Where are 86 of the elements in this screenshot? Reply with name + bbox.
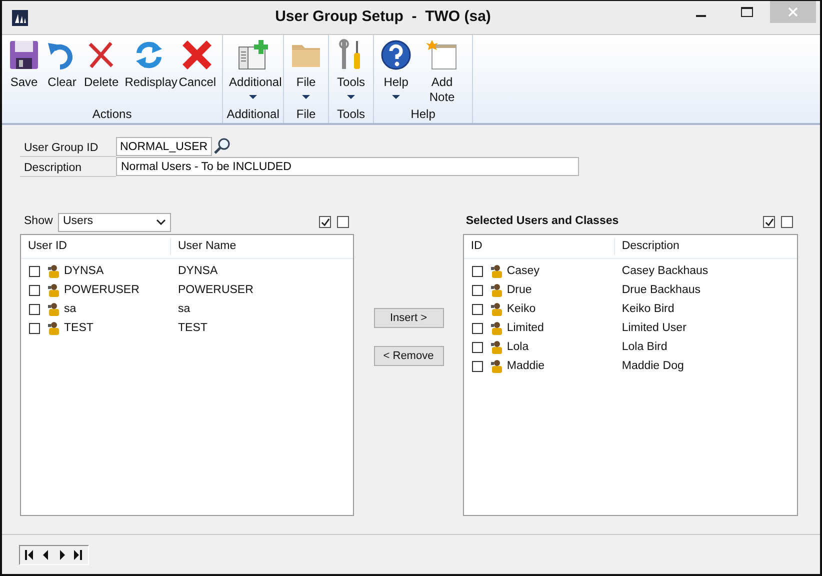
note-icon — [426, 39, 458, 71]
table-cell-text: Drue Backhaus — [620, 282, 700, 298]
column-header[interactable]: Description — [614, 238, 680, 256]
user-icon — [48, 265, 60, 278]
user-icon — [490, 341, 503, 354]
first-record-icon[interactable] — [25, 550, 35, 560]
table-cell-text: Casey — [506, 264, 540, 279]
window-title: User Group Setup - TWO (sa) — [274, 7, 492, 28]
list-title: Selected Users and Classes — [466, 214, 619, 230]
chevron-down-icon — [156, 219, 166, 225]
user-icon — [490, 265, 503, 278]
table-cell-text: Casey Backhaus — [620, 264, 708, 279]
table-cell-text: DYNSA — [64, 264, 104, 279]
user-icon — [490, 322, 503, 335]
row-checkbox[interactable] — [29, 304, 40, 315]
row-checkbox[interactable] — [472, 266, 483, 277]
field-label: Show — [24, 214, 54, 230]
mark-all-checkbox[interactable] — [337, 216, 350, 228]
check-icon — [320, 218, 330, 226]
show-dropdown[interactable]: Users — [58, 212, 171, 232]
table-cell-text: sa — [64, 302, 76, 317]
row-checkbox[interactable] — [29, 285, 40, 296]
mark-all-checkbox[interactable] — [319, 216, 332, 228]
group-label: Actions — [92, 106, 132, 123]
table-cell-text: sa — [177, 302, 190, 317]
user-icon — [48, 303, 60, 316]
table-cell-text: Lola Bird — [620, 340, 668, 355]
last-record-icon[interactable] — [73, 550, 83, 560]
table-cell-text: Maddie — [506, 358, 545, 374]
ribbon-button[interactable]: Save — [5, 35, 43, 105]
row-checkbox[interactable] — [29, 323, 40, 334]
group-label: Additional — [226, 106, 280, 123]
ribbon-button[interactable]: Redisplay — [122, 35, 176, 105]
row-checkbox[interactable] — [29, 266, 40, 277]
column-header[interactable]: ID — [464, 238, 615, 256]
table-cell-text: Lola — [506, 340, 529, 355]
ribbon-button[interactable]: Add Note — [415, 35, 470, 105]
user-icon — [490, 360, 503, 373]
minimize-icon — [696, 15, 706, 17]
user-icon — [490, 284, 503, 297]
mark-all-checkbox[interactable] — [763, 216, 775, 228]
table-cell-text: POWERUSER — [64, 282, 140, 298]
row-checkbox[interactable] — [472, 285, 483, 296]
column-header[interactable]: User ID — [21, 238, 171, 256]
next-record-icon[interactable] — [57, 550, 67, 560]
table-cell-text: Limited — [506, 320, 544, 336]
mark-all-checkbox[interactable] — [781, 216, 793, 228]
maximize-icon — [741, 7, 753, 17]
transfer-button[interactable]: Insert > — [374, 308, 444, 328]
table-cell-text: TEST — [64, 320, 94, 336]
user-icon — [48, 284, 60, 297]
table-cell-text: Drue — [506, 282, 532, 298]
user-icon — [48, 322, 60, 335]
check-icon — [764, 218, 774, 226]
row-checkbox[interactable] — [472, 342, 483, 353]
close-icon — [788, 7, 798, 17]
group-label: File — [296, 106, 316, 123]
table-cell-text: POWERUSER — [177, 282, 254, 298]
description-field[interactable]: Normal Users - To be INCLUDED — [116, 157, 579, 176]
previous-record-icon[interactable] — [41, 550, 51, 560]
x-icon — [181, 39, 214, 71]
ribbon-button[interactable]: Clear — [43, 35, 81, 105]
row-checkbox[interactable] — [472, 304, 483, 315]
lookup-icon[interactable] — [213, 137, 231, 155]
ribbon-button[interactable]: File — [287, 35, 326, 105]
ribbon-button[interactable]: Help — [377, 35, 416, 105]
table-cell-text: DYNSA — [177, 264, 218, 279]
ribbon-button[interactable]: Additional — [226, 35, 280, 105]
help-icon — [380, 39, 412, 71]
group-label: Help — [410, 106, 436, 123]
row-checkbox[interactable] — [472, 361, 483, 372]
user-group-id-field[interactable]: NORMAL_USER — [116, 137, 212, 156]
user-icon — [490, 303, 503, 316]
table-cell-text: Limited User — [620, 320, 686, 336]
table-cell-text: Maddie Dog — [620, 358, 684, 374]
table-cell-text: Keiko — [506, 302, 536, 317]
ribbon-button[interactable]: Delete — [81, 35, 122, 105]
app-logo-icon — [12, 10, 28, 26]
row-checkbox[interactable] — [472, 323, 483, 334]
column-header[interactable]: User Name — [171, 238, 236, 256]
table-cell-text: Keiko Bird — [620, 302, 674, 317]
ribbon-button[interactable]: Tools — [332, 35, 370, 105]
table-cell-text: TEST — [177, 320, 208, 336]
window-add-icon — [237, 39, 270, 71]
transfer-button[interactable]: < Remove — [374, 346, 444, 366]
group-label: Tools — [337, 106, 366, 123]
